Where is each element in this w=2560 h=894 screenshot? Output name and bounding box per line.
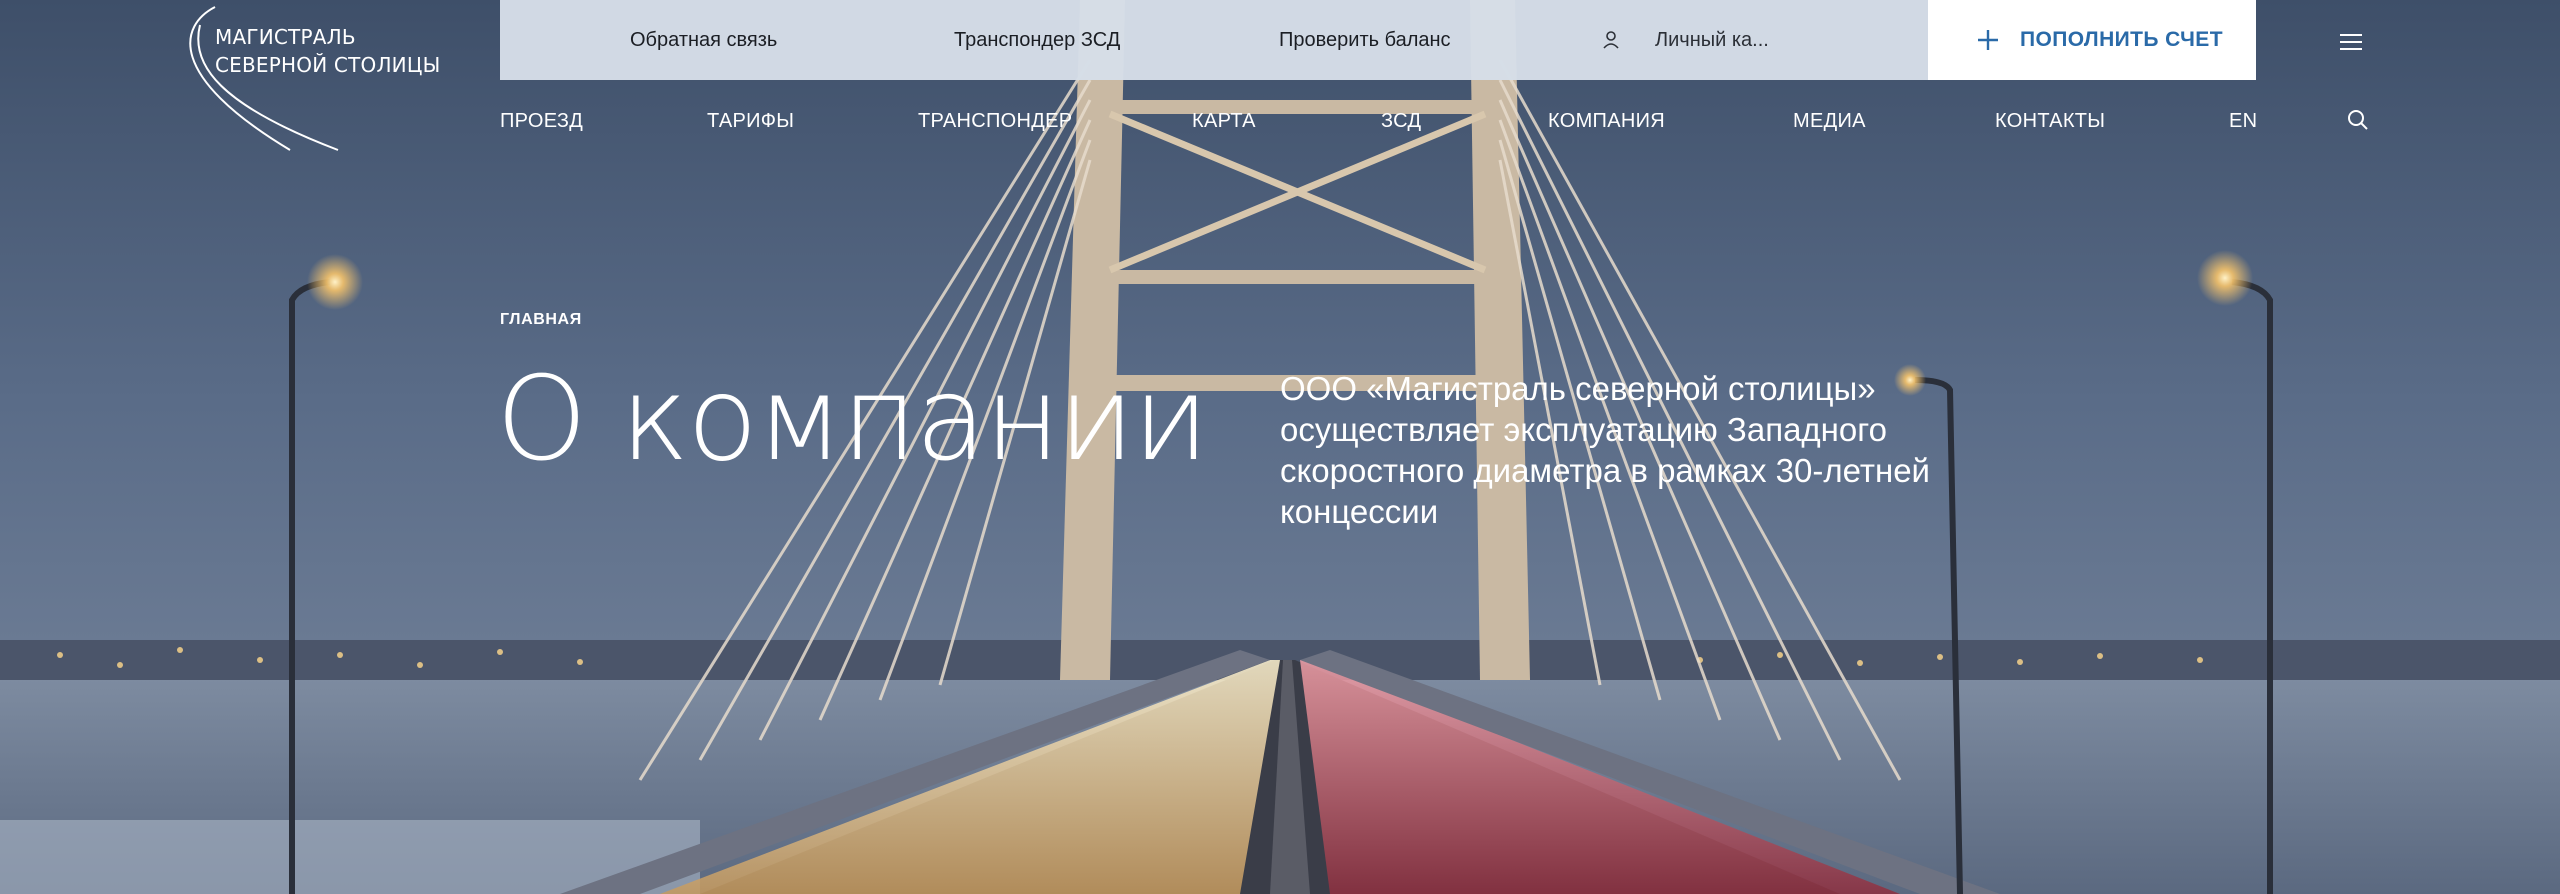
- brand-name-line2: СЕВЕРНОЙ СТОЛИЦЫ: [215, 53, 441, 77]
- top-up-label: ПОПОЛНИТЬ СЧЕТ: [2020, 28, 2223, 51]
- check-balance-link[interactable]: Проверить баланс: [1279, 0, 1451, 80]
- language-switch-en[interactable]: EN: [2229, 110, 2257, 133]
- page-title: О компании: [496, 352, 1209, 487]
- brand-name: МАГИСТРАЛЬ СЕВЕРНОЙ СТОЛИЦЫ: [215, 23, 440, 79]
- company-description: ООО «Магистраль северной столицы» осущес…: [1280, 370, 1930, 530]
- top-up-account-button[interactable]: ПОПОЛНИТЬ СЧЕТ: [1928, 0, 2256, 80]
- main-navigation: ПРОЕЗД ТАРИФЫ ТРАНСПОНДЕР КАРТА ЗСД КОМП…: [0, 110, 2560, 140]
- brand-name-line1: МАГИСТРАЛЬ: [215, 25, 356, 49]
- hamburger-menu-icon[interactable]: [2340, 34, 2362, 52]
- search-icon[interactable]: [2346, 108, 2370, 132]
- nav-item-route[interactable]: ПРОЕЗД: [500, 110, 583, 133]
- nav-item-contacts[interactable]: КОНТАКТЫ: [1995, 110, 2105, 133]
- user-icon[interactable]: [1602, 30, 1620, 50]
- nav-item-company[interactable]: КОМПАНИЯ: [1548, 110, 1665, 133]
- nav-item-tariffs[interactable]: ТАРИФЫ: [707, 110, 794, 133]
- breadcrumb[interactable]: ГЛАВНАЯ: [500, 311, 582, 329]
- nav-item-zsd[interactable]: ЗСД: [1381, 110, 1421, 133]
- utility-bar: Обратная связь Транспондер ЗСД Проверить…: [500, 0, 1928, 80]
- transponder-link[interactable]: Транспондер ЗСД: [954, 0, 1120, 80]
- feedback-link[interactable]: Обратная связь: [630, 0, 777, 80]
- personal-account-link[interactable]: Личный ка...: [1655, 0, 1769, 80]
- nav-item-transponder[interactable]: ТРАНСПОНДЕР: [918, 110, 1072, 133]
- nav-item-map[interactable]: КАРТА: [1192, 110, 1256, 133]
- nav-item-media[interactable]: МЕДИА: [1793, 110, 1866, 133]
- plus-icon: [1973, 25, 2003, 55]
